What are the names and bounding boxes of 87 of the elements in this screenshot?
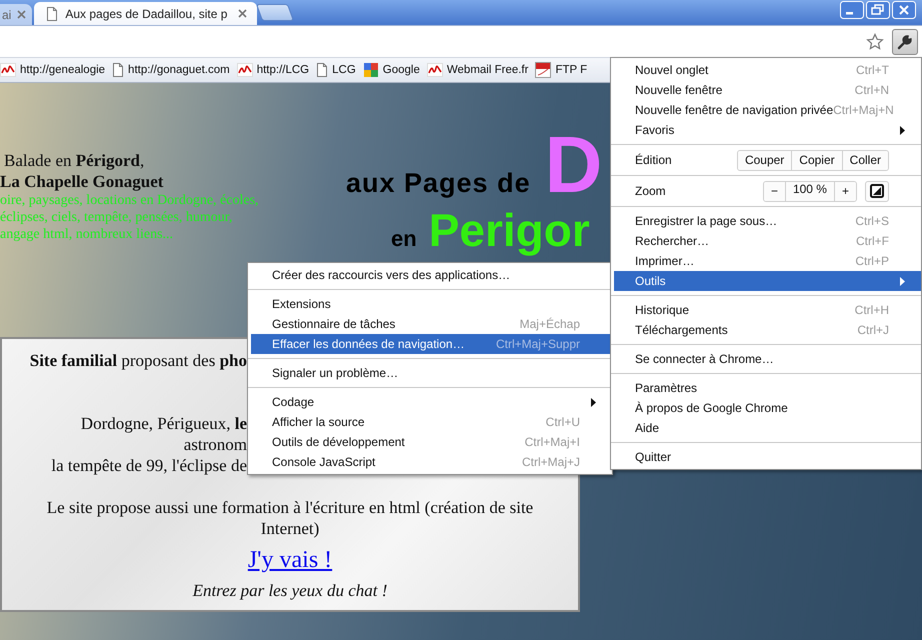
menu-item[interactable]: Créer des raccourcis vers des applications… [251, 265, 612, 285]
menu-item[interactable]: Codage [251, 392, 612, 412]
tagline-text: Entrez par les yeux du chat ! [192, 580, 388, 601]
page-icon [46, 6, 58, 20]
shortcut-text: Ctrl+Maj+J [522, 455, 580, 469]
edit-action-button[interactable]: Copier [791, 150, 842, 170]
minimize-icon[interactable] [840, 1, 864, 19]
menu-item[interactable]: Nouvel onglet Ctrl+T [614, 60, 921, 80]
zoom-out-button[interactable]: − [764, 182, 785, 200]
shortcut-text: Ctrl+N [854, 83, 889, 97]
menu-item[interactable]: Favoris [614, 120, 921, 140]
keywords-text: éclipses, ciels, tempête, pensées, humour, [0, 209, 234, 226]
menu-item[interactable]: Enregistrer la page sous… Ctrl+S [614, 211, 921, 231]
description-text: Dordogne, Périgueux, le [80, 413, 247, 434]
edit-action-button[interactable]: Couper [738, 150, 792, 170]
menu-item[interactable]: Quitter [614, 447, 921, 467]
menu-item[interactable]: Console JavaScript Ctrl+Maj+J [251, 452, 612, 472]
shortcut-text: Ctrl+P [855, 254, 889, 268]
description-text: Site familial proposant des pho [28, 350, 247, 371]
menu-item[interactable]: À propos de Google Chrome [614, 398, 921, 418]
menu-item[interactable]: Afficher la source Ctrl+U [251, 412, 612, 432]
menu-item[interactable]: Paramètres [614, 378, 921, 398]
bookmark-link[interactable]: http://LCG [236, 63, 310, 77]
enter-link[interactable]: J'y vais ! [248, 547, 332, 573]
menu-item[interactable]: Aide [614, 418, 921, 438]
shortcut-text: Ctrl+Maj+N [833, 103, 894, 117]
restore-icon[interactable] [866, 1, 890, 19]
flag-icon [535, 62, 552, 78]
wrench-button[interactable] [892, 28, 918, 54]
menu-item[interactable]: Effacer les données de navigation… Ctrl+Maj+Suppr [251, 334, 612, 354]
menu-item[interactable]: Gestionnaire de tâches Maj+Échap [251, 314, 612, 334]
shortcut-text: Ctrl+U [546, 415, 580, 429]
menu-item[interactable]: Historique Ctrl+H [614, 300, 921, 320]
menu-item[interactable]: Outils de développement Ctrl+Maj+I [251, 432, 612, 452]
bookmark-link[interactable]: Webmail Free.fr [426, 63, 528, 77]
keywords-text: oire, paysages, locations en Dordogne, écoles, [0, 192, 260, 209]
shortcut-text: Ctrl+H [854, 303, 889, 317]
menu-item[interactable]: Nouvelle fenêtre de navigation privéeCtrl+Maj+N [614, 100, 921, 120]
shortcut-text: Ctrl+Maj+Suppr [496, 337, 580, 351]
bookmark-link[interactable]: http://genealogie [0, 63, 106, 77]
menu-item[interactable]: Outils [614, 271, 921, 291]
menu-item[interactable]: Se connecter à Chrome… [614, 349, 921, 369]
tab[interactable]: Aux pages de Dadaillou, site p [34, 2, 258, 25]
intro-subtitle: La Chapelle Gonaguet [0, 171, 164, 192]
new-tab-button[interactable] [256, 4, 295, 21]
bookmark-link[interactable]: Google [362, 62, 420, 78]
description-text: Le site propose aussi une formation à l'écriture en html (création de site Internet) [46, 497, 534, 539]
bookmark-link[interactable]: http://gonaguet.com [112, 63, 230, 77]
description-text: la tempête de 99, l'éclipse de [50, 455, 247, 476]
page-icon [112, 63, 124, 77]
site-logo-icon [236, 63, 253, 77]
menu-label: Zoom [635, 184, 667, 198]
intro-title: Balade en Périgord, [4, 150, 146, 171]
shortcut-text: Maj+Échap [520, 317, 580, 331]
star-icon[interactable] [866, 32, 884, 50]
site-logo-icon [426, 63, 443, 77]
shortcut-text: Ctrl+J [857, 323, 889, 337]
menu-item[interactable]: Nouvelle fenêtre Ctrl+N [614, 80, 921, 100]
tab[interactable]: ai [0, 4, 32, 25]
description-text: astronom [182, 434, 247, 455]
zoom-in-button[interactable]: + [834, 182, 856, 200]
shortcut-text: Ctrl+F [856, 234, 889, 248]
menu-item[interactable]: Téléchargements Ctrl+J [614, 320, 921, 340]
keywords-text: angage html, nombreux liens... [0, 226, 174, 243]
logo-text: en [391, 226, 417, 252]
site-logo-icon [0, 63, 16, 77]
page-icon [316, 63, 328, 77]
menu-item[interactable]: Signaler un problème… [251, 363, 612, 383]
zoom-level: 100 % [784, 182, 834, 200]
shortcut-text: Ctrl+T [856, 63, 889, 77]
colored-squares-icon [362, 62, 379, 78]
close-icon[interactable] [238, 9, 248, 18]
fullscreen-icon [870, 184, 884, 198]
shortcut-text: Ctrl+S [855, 214, 889, 228]
menu-item[interactable]: Extensions [251, 294, 612, 314]
wrench-icon [897, 34, 913, 50]
logo-text: aux Pages de [346, 170, 531, 197]
shortcut-text: Ctrl+Maj+I [524, 435, 580, 449]
fullscreen-button[interactable] [865, 180, 889, 202]
menu-label: Édition [635, 153, 673, 167]
edit-action-button[interactable]: Coller [842, 150, 888, 170]
close-icon[interactable] [17, 10, 26, 19]
bookmark-link[interactable]: FTP F [535, 62, 588, 78]
bookmark-link[interactable]: LCG [316, 63, 356, 77]
logo-initial: D [544, 133, 602, 197]
menu-item[interactable]: Imprimer… Ctrl+P [614, 251, 921, 271]
menu-item[interactable]: Rechercher… Ctrl+F [614, 231, 921, 251]
